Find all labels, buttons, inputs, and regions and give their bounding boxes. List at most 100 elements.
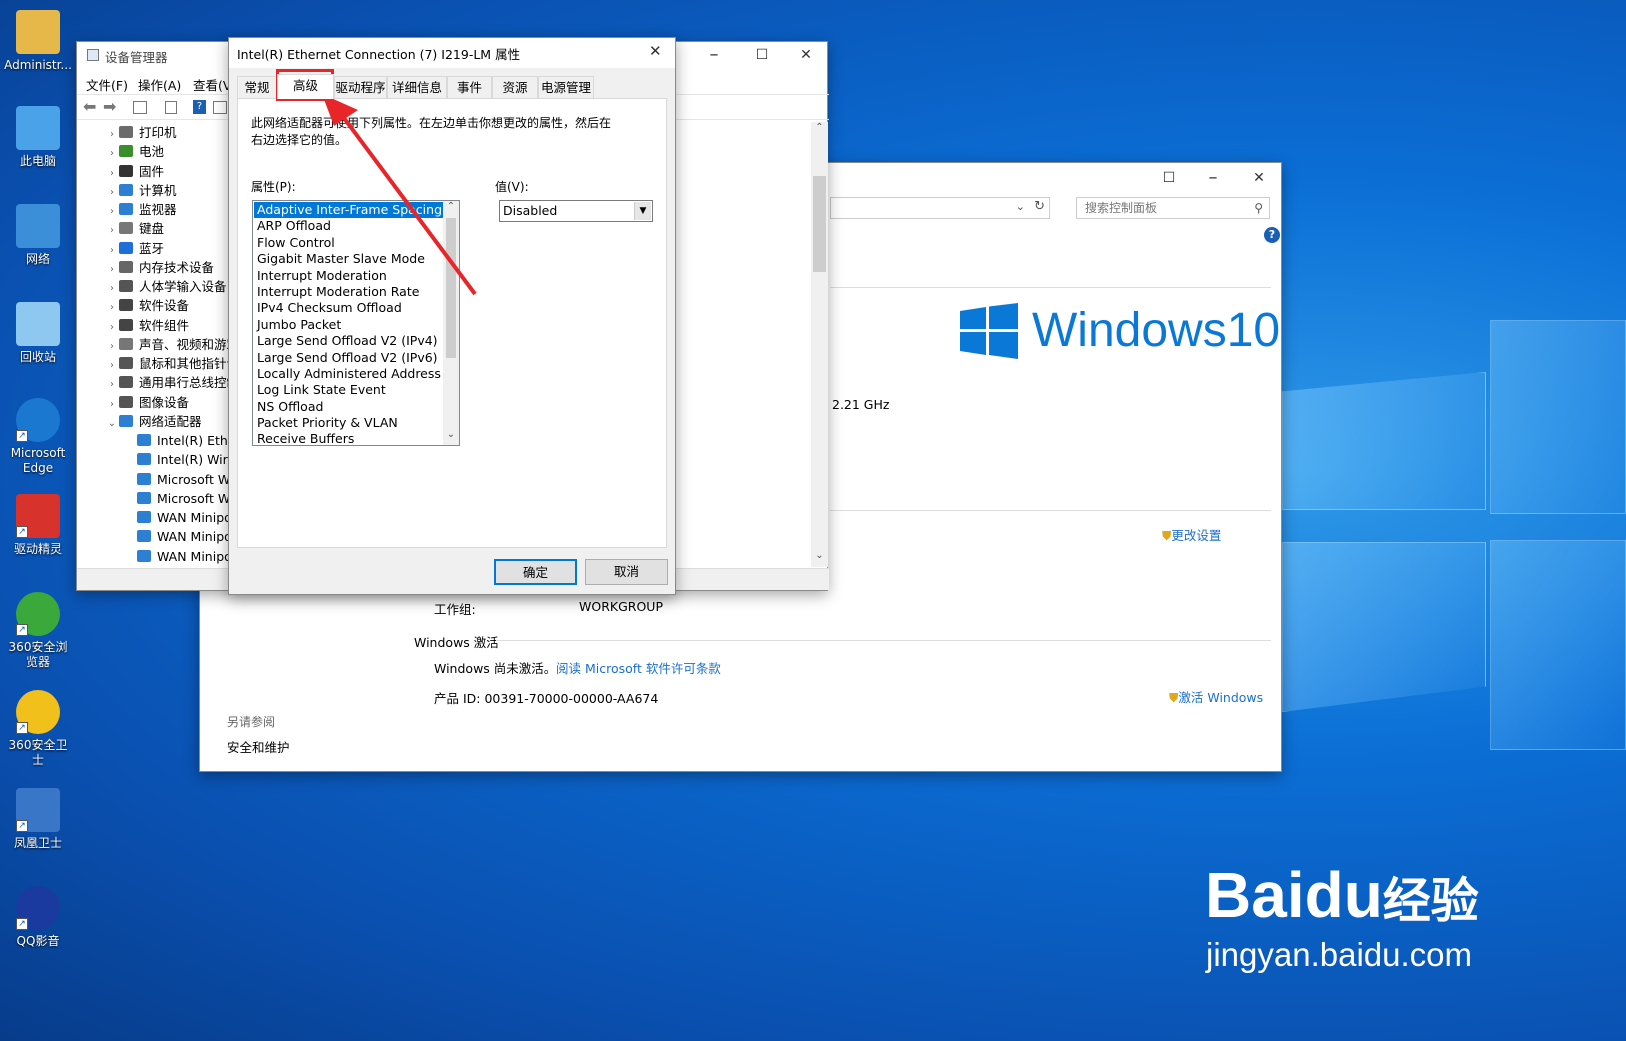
- tree-item[interactable]: › 人体学输入设备: [105, 277, 227, 296]
- change-settings-link[interactable]: ⛊更改设置: [1162, 525, 1221, 544]
- search-input[interactable]: 搜索控制面板 ⚲: [1076, 197, 1270, 219]
- ok-button[interactable]: 确定: [494, 559, 577, 585]
- forward-arrow-icon[interactable]: ➡: [103, 97, 116, 116]
- expand-chevron-icon[interactable]: ›: [105, 279, 119, 298]
- security-link[interactable]: 安全和维护: [227, 737, 290, 756]
- minimize-icon[interactable]: –: [1190, 163, 1236, 193]
- shortcut-arrow-icon: ↗: [16, 430, 28, 442]
- close-icon[interactable]: ✕: [1236, 163, 1282, 193]
- shield-icon: ⛊: [1169, 690, 1179, 705]
- desktop-icon[interactable]: 网络: [4, 204, 72, 267]
- help-icon[interactable]: ?: [193, 100, 206, 114]
- close-icon[interactable]: ✕: [649, 42, 662, 60]
- menu-view[interactable]: 查看(V: [193, 75, 231, 94]
- view-icon[interactable]: [165, 101, 177, 114]
- expand-chevron-icon[interactable]: ›: [105, 337, 119, 356]
- property-item[interactable]: NS Offload: [254, 399, 443, 415]
- tree-item[interactable]: › 声音、视频和游戏: [105, 335, 229, 354]
- expand-chevron-icon[interactable]: ›: [105, 395, 119, 414]
- menu-action[interactable]: 操作(A): [138, 75, 181, 94]
- desktop-icon[interactable]: ↗ 360安全浏览器: [4, 592, 72, 670]
- tab-6[interactable]: 电源管理: [538, 76, 594, 98]
- chevron-down-icon[interactable]: ⌄: [1016, 200, 1025, 213]
- tree-item[interactable]: WAN Minipo: [105, 508, 229, 527]
- tree-item[interactable]: Intel(R) Ether: [105, 431, 229, 450]
- property-item[interactable]: Locally Administered Address: [254, 366, 443, 382]
- property-item[interactable]: Receive Buffers: [254, 431, 443, 445]
- minimize-icon[interactable]: –: [691, 40, 737, 70]
- desktop-icon[interactable]: 此电脑: [4, 106, 72, 169]
- desktop-icon[interactable]: ↗ 360安全卫士: [4, 690, 72, 768]
- back-arrow-icon[interactable]: ⬅: [83, 97, 96, 116]
- activation-status: Windows 尚未激活。: [434, 661, 557, 676]
- cancel-button[interactable]: 取消: [585, 559, 668, 585]
- tree-item[interactable]: › 软件组件: [105, 316, 189, 335]
- tree-item[interactable]: WAN Minipo: [105, 547, 229, 566]
- tree-item[interactable]: › 蓝牙: [105, 239, 164, 258]
- activate-windows-link[interactable]: ⛊激活 Windows: [1169, 687, 1263, 706]
- tree-item[interactable]: › 打印机: [105, 123, 177, 142]
- license-link[interactable]: 阅读 Microsoft 软件许可条款: [556, 658, 721, 677]
- tree-item[interactable]: Microsoft Wi: [105, 489, 229, 508]
- tree-item[interactable]: › 键盘: [105, 219, 164, 238]
- expand-chevron-icon[interactable]: ›: [105, 125, 119, 144]
- desktop-icon[interactable]: 回收站: [4, 302, 72, 365]
- property-item[interactable]: Log Link State Event: [254, 382, 443, 398]
- expand-chevron-icon[interactable]: ›: [105, 183, 119, 202]
- menu-file[interactable]: 文件(F): [86, 75, 128, 94]
- expand-chevron-icon[interactable]: ›: [105, 318, 119, 337]
- tree-item[interactable]: WAN Minipo: [105, 527, 229, 546]
- scroll-down-icon[interactable]: ⌄: [443, 429, 459, 445]
- expand-chevron-icon[interactable]: ›: [105, 260, 119, 279]
- this-pc-icon: [16, 106, 60, 150]
- maximize-icon[interactable]: ☐: [1146, 163, 1192, 193]
- expand-chevron-icon[interactable]: ›: [105, 144, 119, 163]
- help-icon[interactable]: ?: [1264, 227, 1280, 243]
- desktop-icon[interactable]: ↗ 凤凰卫士: [4, 788, 72, 851]
- refresh-icon[interactable]: ↻: [1034, 199, 1045, 214]
- expand-chevron-icon[interactable]: ⌄: [105, 414, 119, 433]
- scroll-thumb[interactable]: [813, 176, 826, 272]
- expand-chevron-icon[interactable]: ›: [105, 164, 119, 183]
- expand-chevron-icon[interactable]: ›: [105, 202, 119, 221]
- vertical-scrollbar[interactable]: ⌃ ⌄: [811, 122, 828, 567]
- desktop-icon[interactable]: ↗ QQ影音: [4, 886, 72, 949]
- scroll-up-icon[interactable]: ⌃: [811, 122, 828, 139]
- desktop-icon[interactable]: ↗ Microsoft Edge: [4, 398, 72, 476]
- desktop-icon[interactable]: Administr...: [4, 10, 72, 73]
- tree-item[interactable]: › 图像设备: [105, 393, 189, 412]
- tree-item[interactable]: › 电池: [105, 142, 164, 161]
- close-icon[interactable]: ✕: [783, 40, 829, 70]
- address-bar[interactable]: ⌄ ↻: [830, 197, 1050, 219]
- tree-item-label: Intel(R) Ether: [157, 433, 229, 448]
- expand-chevron-icon[interactable]: ›: [105, 375, 119, 394]
- scan-icon[interactable]: [213, 101, 227, 114]
- expand-chevron-icon[interactable]: ›: [105, 298, 119, 317]
- scroll-down-icon[interactable]: ⌄: [811, 550, 828, 567]
- property-item[interactable]: Large Send Offload V2 (IPv6): [254, 350, 443, 366]
- properties-icon[interactable]: [133, 101, 147, 114]
- property-item[interactable]: Packet Priority & VLAN: [254, 415, 443, 431]
- search-icon: ⚲: [1254, 201, 1263, 215]
- tree-item[interactable]: › 监视器: [105, 200, 177, 219]
- tree-item[interactable]: › 固件: [105, 162, 164, 181]
- tab-1[interactable]: 高级: [277, 74, 334, 99]
- tab-0[interactable]: 常规: [237, 76, 277, 98]
- tree-item[interactable]: › 内存技术设备: [105, 258, 214, 277]
- property-item[interactable]: Large Send Offload V2 (IPv4): [254, 333, 443, 349]
- tree-item-label: 计算机: [139, 182, 177, 198]
- maximize-icon[interactable]: ☐: [739, 40, 785, 70]
- tree-item[interactable]: › 软件设备: [105, 296, 189, 315]
- tree-item[interactable]: Microsoft Wi: [105, 470, 229, 489]
- expand-chevron-icon[interactable]: ›: [105, 221, 119, 240]
- value-dropdown[interactable]: Disabled ▼: [499, 200, 653, 222]
- tree-item[interactable]: › 通用串行总线控制: [105, 373, 229, 392]
- expand-chevron-icon[interactable]: ›: [105, 356, 119, 375]
- tree-item[interactable]: › 鼠标和其他指针设: [105, 354, 229, 373]
- desktop-icon[interactable]: ↗ 驱动精灵: [4, 494, 72, 557]
- tree-item[interactable]: › 计算机: [105, 181, 177, 200]
- expand-chevron-icon[interactable]: ›: [105, 241, 119, 260]
- tree-item[interactable]: Intel(R) Wirel: [105, 450, 229, 469]
- tree-item[interactable]: ⌄ 网络适配器: [105, 412, 202, 431]
- chevron-down-icon[interactable]: ▼: [634, 202, 651, 220]
